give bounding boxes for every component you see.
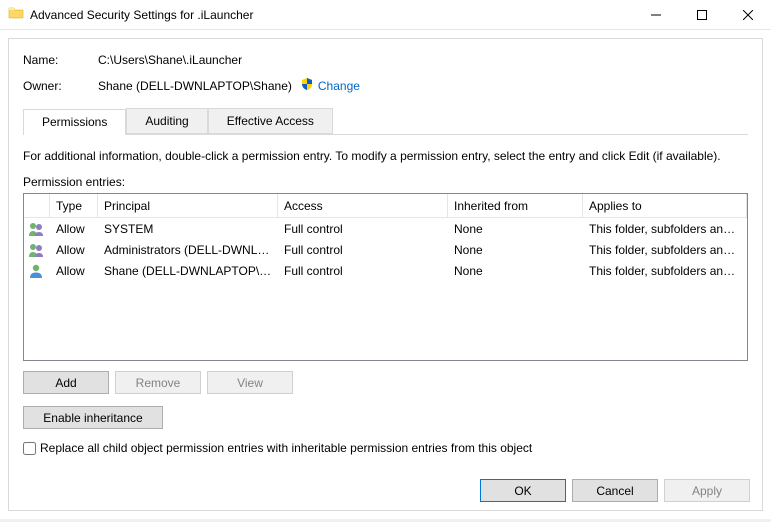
maximize-button[interactable] <box>679 0 725 30</box>
principal-icon <box>24 242 50 258</box>
enable-inheritance-button[interactable]: Enable inheritance <box>23 406 163 429</box>
minimize-button[interactable] <box>633 0 679 30</box>
cell-access: Full control <box>278 222 448 236</box>
cell-access: Full control <box>278 243 448 257</box>
apply-button[interactable]: Apply <box>664 479 750 502</box>
principal-icon <box>24 263 50 279</box>
folder-icon <box>8 5 24 24</box>
name-value: C:\Users\Shane\.iLauncher <box>98 53 242 67</box>
owner-label: Owner: <box>23 79 98 93</box>
tabs: Permissions Auditing Effective Access <box>23 108 748 135</box>
list-header: Type Principal Access Inherited from App… <box>24 194 747 218</box>
table-row[interactable]: AllowShane (DELL-DWNLAPTOP\Sh...Full con… <box>24 260 747 281</box>
change-owner-link[interactable]: Change <box>300 77 360 94</box>
entries-label: Permission entries: <box>23 175 748 189</box>
window-controls <box>633 0 771 30</box>
window-title: Advanced Security Settings for .iLaunche… <box>30 8 633 22</box>
cell-inherited: None <box>448 243 583 257</box>
change-link-text: Change <box>318 79 360 93</box>
tab-permissions[interactable]: Permissions <box>23 109 126 135</box>
replace-child-label: Replace all child object permission entr… <box>40 441 532 455</box>
title-bar: Advanced Security Settings for .iLaunche… <box>0 0 771 30</box>
name-label: Name: <box>23 53 98 67</box>
cell-principal: SYSTEM <box>98 222 278 236</box>
cell-principal: Administrators (DELL-DWNLA... <box>98 243 278 257</box>
replace-child-checkbox[interactable] <box>23 442 36 455</box>
view-button[interactable]: View <box>207 371 293 394</box>
ok-button[interactable]: OK <box>480 479 566 502</box>
cancel-button[interactable]: Cancel <box>572 479 658 502</box>
info-text: For additional information, double-click… <box>23 149 748 163</box>
col-type-header[interactable]: Type <box>50 194 98 217</box>
col-inherited-header[interactable]: Inherited from <box>448 194 583 217</box>
cell-applies: This folder, subfolders and files <box>583 243 747 257</box>
cell-access: Full control <box>278 264 448 278</box>
permission-list[interactable]: Type Principal Access Inherited from App… <box>23 193 748 361</box>
tab-effective-access[interactable]: Effective Access <box>208 108 333 134</box>
tab-auditing[interactable]: Auditing <box>126 108 207 134</box>
shield-icon <box>300 77 314 94</box>
cell-applies: This folder, subfolders and files <box>583 264 747 278</box>
owner-value: Shane (DELL-DWNLAPTOP\Shane) <box>98 79 292 93</box>
close-button[interactable] <box>725 0 771 30</box>
col-principal-header[interactable]: Principal <box>98 194 278 217</box>
remove-button[interactable]: Remove <box>115 371 201 394</box>
col-access-header[interactable]: Access <box>278 194 448 217</box>
principal-icon <box>24 221 50 237</box>
table-row[interactable]: AllowAdministrators (DELL-DWNLA...Full c… <box>24 239 747 260</box>
cell-type: Allow <box>50 222 98 236</box>
cell-type: Allow <box>50 264 98 278</box>
cell-inherited: None <box>448 264 583 278</box>
col-applies-header[interactable]: Applies to <box>583 194 747 217</box>
cell-inherited: None <box>448 222 583 236</box>
cell-principal: Shane (DELL-DWNLAPTOP\Sh... <box>98 264 278 278</box>
cell-type: Allow <box>50 243 98 257</box>
cell-applies: This folder, subfolders and files <box>583 222 747 236</box>
add-button[interactable]: Add <box>23 371 109 394</box>
table-row[interactable]: AllowSYSTEMFull controlNoneThis folder, … <box>24 218 747 239</box>
content-frame: Name: C:\Users\Shane\.iLauncher Owner: S… <box>8 38 763 511</box>
col-icon-header[interactable] <box>24 194 50 217</box>
